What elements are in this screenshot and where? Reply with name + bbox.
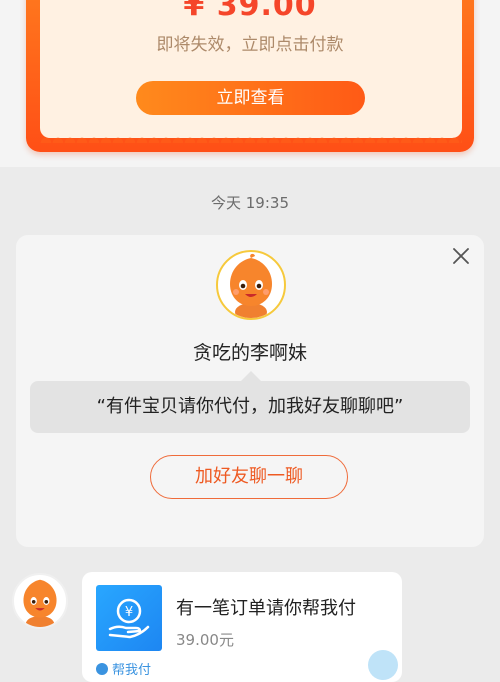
coupon-scallop-edge <box>40 133 462 143</box>
mascot-avatar[interactable] <box>216 250 286 320</box>
quote-pointer <box>241 371 261 381</box>
view-now-button[interactable]: 立即查看 <box>136 81 365 115</box>
help-pay-label: 帮我付 <box>112 663 152 678</box>
close-icon[interactable] <box>450 245 472 267</box>
message-title: 有一笔订单请你帮我付 <box>176 598 356 619</box>
help-pay-icon <box>96 663 108 675</box>
coin-hand-icon: ¥ <box>96 585 162 651</box>
coupon-note: 即将失效，立即点击付款 <box>156 35 344 55</box>
message-amount: 39.00元 <box>176 631 234 649</box>
floating-action-icon[interactable] <box>368 650 398 680</box>
chat-timestamp: 今天 19:35 <box>211 194 289 212</box>
sender-avatar[interactable] <box>12 573 68 629</box>
svg-text:¥: ¥ <box>125 605 133 620</box>
friend-nickname: 贪吃的李啊妹 <box>192 342 307 364</box>
help-pay-tag: 帮我付 <box>96 659 151 678</box>
add-friend-button[interactable]: 加好友聊一聊 <box>150 455 348 499</box>
invite-quote: “有件宝贝请你代付，加我好友聊聊吧” <box>30 381 470 433</box>
coupon-price: ¥ 39.00 <box>183 0 317 23</box>
